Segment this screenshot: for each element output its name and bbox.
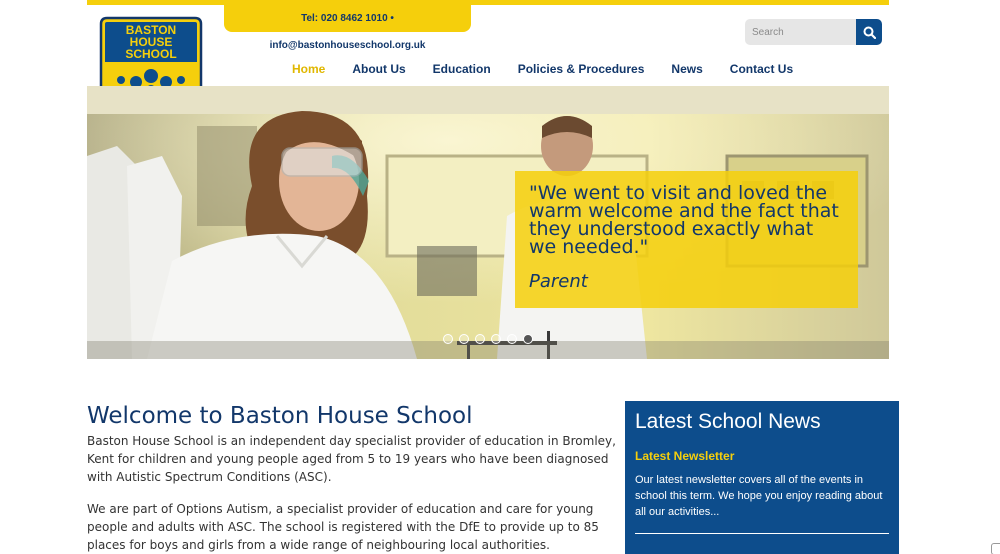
hero-slider[interactable]: "We went to visit and loved the warm wel…: [87, 86, 889, 359]
search-icon: [863, 26, 876, 39]
top-accent-bar: [87, 0, 889, 5]
news-panel: Latest School News Latest Newsletter Our…: [625, 401, 899, 554]
testimonial-author: Parent: [529, 271, 588, 292]
search-button[interactable]: [856, 19, 882, 45]
nav-contact-us[interactable]: Contact Us: [730, 61, 793, 77]
news-item-title[interactable]: Latest Newsletter: [635, 449, 889, 463]
nav-home[interactable]: Home: [292, 61, 325, 77]
main-nav: Home About Us Education Policies & Proce…: [292, 61, 793, 77]
slider-dot[interactable]: [459, 334, 469, 344]
contact-info[interactable]: Tel: 020 8462 1010 • info@bastonhousesch…: [224, 5, 471, 51]
slider-dot[interactable]: [491, 334, 501, 344]
slider-dots: [443, 334, 539, 344]
testimonial-box: "We went to visit and loved the warm wel…: [515, 171, 858, 308]
news-item-text: Our latest newsletter covers all of the …: [635, 474, 883, 518]
news-divider: [635, 533, 889, 534]
nav-education[interactable]: Education: [433, 61, 491, 77]
news-title: Latest School News: [635, 410, 821, 433]
testimonial-quote: "We went to visit and loved the warm wel…: [529, 182, 839, 258]
search-input[interactable]: [745, 19, 857, 45]
logo-text-line3: SCHOOL: [125, 47, 176, 61]
slider-dot-active[interactable]: [523, 334, 533, 344]
nav-about-us[interactable]: About Us: [352, 61, 405, 77]
welcome-section: Welcome to Baston House School Baston Ho…: [87, 403, 617, 554]
slider-dot[interactable]: [507, 334, 517, 344]
nav-news[interactable]: News: [671, 61, 702, 77]
slider-dot[interactable]: [443, 334, 453, 344]
welcome-paragraph-1: Baston House School is an independent da…: [87, 434, 616, 484]
nav-policies-procedures[interactable]: Policies & Procedures: [518, 61, 645, 77]
slider-dot[interactable]: [475, 334, 485, 344]
welcome-title: Welcome to Baston House School: [87, 403, 473, 429]
scroll-corner: [991, 543, 1000, 554]
search-box: [745, 19, 882, 45]
welcome-paragraph-2: We are part of Options Autism, a special…: [87, 502, 599, 552]
